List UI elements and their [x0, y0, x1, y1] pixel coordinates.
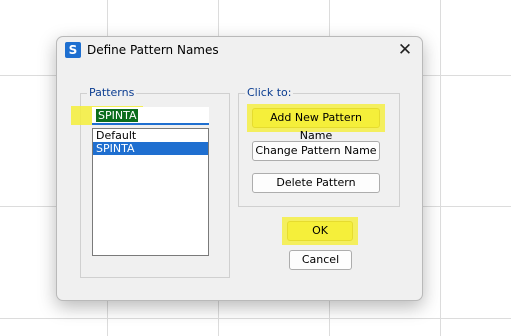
add-new-pattern-name-button[interactable]: Add New Pattern Name	[252, 108, 380, 142]
close-icon[interactable]: ✕	[396, 41, 414, 59]
change-pattern-name-button[interactable]: Change Pattern Name	[252, 141, 380, 161]
ok-button[interactable]: OK	[287, 221, 353, 241]
dialog-title: Define Pattern Names	[87, 43, 219, 57]
delete-pattern-button[interactable]: Delete Pattern	[252, 173, 380, 193]
title-bar[interactable]: S Define Pattern Names ✕	[57, 37, 422, 65]
grid-line	[0, 318, 511, 319]
cancel-button[interactable]: Cancel	[289, 250, 352, 270]
define-pattern-names-dialog: S Define Pattern Names ✕ Patterns SPINTA…	[56, 36, 423, 301]
pattern-name-input-value[interactable]: SPINTA	[96, 109, 139, 122]
patterns-listbox[interactable]: Default SPINTA	[92, 128, 209, 256]
list-item[interactable]: SPINTA	[93, 142, 208, 155]
click-to-legend: Click to:	[245, 86, 294, 99]
app-logo-icon: S	[65, 42, 81, 58]
patterns-legend: Patterns	[87, 86, 137, 99]
list-item[interactable]: Default	[93, 129, 208, 142]
grid-line	[440, 0, 441, 336]
